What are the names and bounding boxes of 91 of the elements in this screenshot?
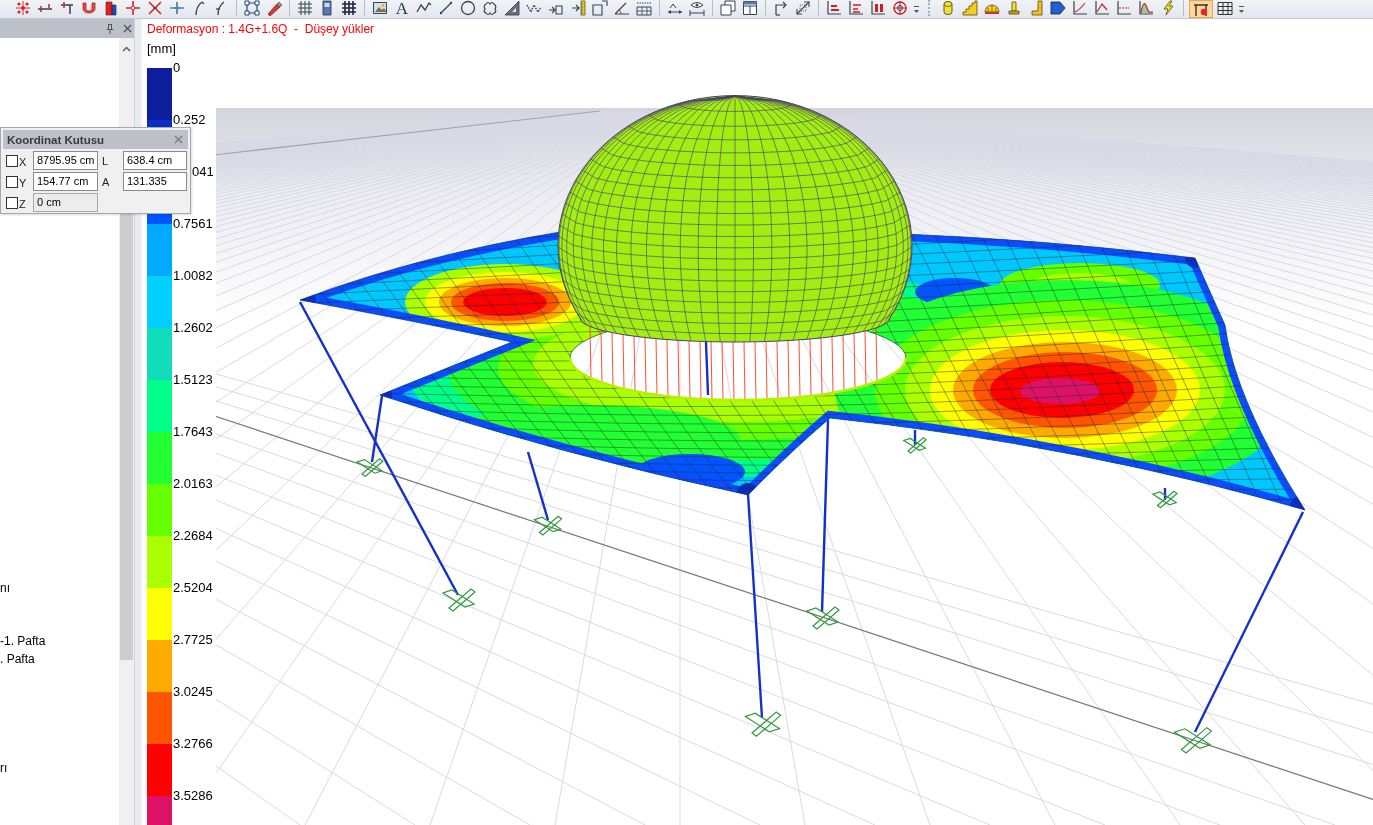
- legend-label: 3.2766: [172, 737, 213, 751]
- support-icon: [1151, 490, 1178, 509]
- window-icon[interactable]: [742, 0, 758, 16]
- legend-label: 3.0245: [172, 685, 213, 699]
- load-case-title: Deformasyon : 1.4G+1.6Q - Düşey yükler: [147, 22, 375, 36]
- column-line: [913, 430, 917, 445]
- tree-item[interactable]: -1. Pafta: [0, 632, 46, 650]
- tree-item[interactable]: . Pafta: [0, 650, 35, 668]
- diagonal-arrows-icon[interactable]: [795, 0, 811, 16]
- panel-title: Koordinat Kutusu: [7, 133, 105, 146]
- axis-frame-icon[interactable]: [848, 0, 864, 16]
- column-line: [704, 341, 710, 396]
- area-icon[interactable]: [592, 0, 608, 16]
- table-icon[interactable]: [1217, 0, 1233, 16]
- channel-icon[interactable]: [81, 0, 97, 16]
- ruler-icon[interactable]: [570, 0, 586, 16]
- legend-label: 0: [172, 61, 181, 75]
- support-icon: [533, 515, 563, 536]
- lightning-icon[interactable]: [1160, 0, 1176, 16]
- measure-field[interactable]: 638.4 cm: [123, 151, 187, 170]
- legend-label: 0.252: [172, 113, 206, 127]
- picture-icon[interactable]: [372, 0, 388, 16]
- support-icon: [805, 606, 840, 630]
- axis-frame-icon[interactable]: [826, 0, 842, 16]
- cylinder-icon[interactable]: [940, 0, 956, 16]
- graph-icon[interactable]: [1094, 0, 1110, 16]
- support-icon: [355, 458, 384, 478]
- legend-label: 1.0082: [172, 269, 213, 283]
- legend-label: 2.2684: [172, 529, 213, 543]
- caret-icon[interactable]: [122, 46, 131, 52]
- support-icon: [441, 588, 476, 612]
- column-line: [1163, 488, 1167, 500]
- area-table-icon[interactable]: [636, 0, 652, 16]
- column-base-icon[interactable]: [1006, 0, 1022, 16]
- legend-label: 3.5286: [172, 789, 213, 803]
- pen-icon[interactable]: [266, 0, 282, 16]
- angle-icon[interactable]: [614, 0, 630, 16]
- axis-frame-icon[interactable]: [870, 0, 886, 16]
- frame-icon: [1193, 1, 1209, 17]
- x-mark-icon[interactable]: [147, 0, 163, 16]
- unit-label: [mm]: [147, 42, 176, 56]
- coordinate-field[interactable]: 8795.95 cm: [33, 151, 98, 170]
- axis-label: Z: [18, 198, 27, 210]
- square-nodes-icon[interactable]: [244, 0, 260, 16]
- legend-label: 2.5204: [172, 581, 213, 595]
- stairs-icon[interactable]: [962, 0, 978, 16]
- beam-icon[interactable]: [59, 0, 75, 16]
- checkbox[interactable]: [6, 154, 18, 167]
- panel-icon[interactable]: [319, 0, 335, 16]
- legend-label: 1.7643: [172, 425, 213, 439]
- cross-icon[interactable]: [125, 0, 141, 16]
- copy-icon[interactable]: [720, 0, 736, 16]
- support-icon: [744, 711, 782, 738]
- tag-shape-icon[interactable]: [1050, 0, 1066, 16]
- measure-field[interactable]: 131.335: [123, 172, 187, 191]
- cross-icon[interactable]: [169, 0, 185, 16]
- pin-icon[interactable]: [106, 23, 114, 34]
- node-grid-icon[interactable]: [15, 0, 31, 16]
- curve-chart-icon[interactable]: [1138, 0, 1154, 16]
- eye-icon[interactable]: [689, 0, 705, 16]
- corner-arrow-icon[interactable]: [773, 0, 789, 16]
- legend-label: 1.2602: [172, 321, 213, 335]
- column-line: [526, 451, 550, 521]
- legend-label: 2.7725: [172, 633, 213, 647]
- text-tool-button[interactable]: A: [391, 0, 413, 17]
- legend-label: 2.0163: [172, 477, 213, 491]
- tree-item[interactable]: nı: [0, 579, 10, 597]
- support-icon: [1173, 726, 1213, 754]
- close-icon[interactable]: [123, 24, 132, 33]
- support-icon: [902, 436, 928, 454]
- cloud-icon[interactable]: [482, 0, 498, 16]
- dropdown-arrow-icon[interactable]: [913, 3, 920, 15]
- legend-label: 1.5123: [172, 373, 213, 387]
- grid-icon[interactable]: [341, 0, 357, 16]
- axis-label: Y: [18, 177, 28, 189]
- graph-icon[interactable]: [1072, 0, 1088, 16]
- measure-label: L: [101, 154, 110, 167]
- target-icon[interactable]: [892, 0, 908, 16]
- measure-label: A: [101, 175, 111, 188]
- tree-item[interactable]: rı: [0, 759, 8, 777]
- line-icon[interactable]: [438, 0, 454, 16]
- checkbox[interactable]: [6, 175, 18, 188]
- coordinate-field[interactable]: 154.77 cm: [33, 172, 98, 191]
- l-shape-icon[interactable]: [1028, 0, 1044, 16]
- dropdown-arrow-icon[interactable]: [1238, 3, 1245, 15]
- toggle-button[interactable]: [1189, 0, 1213, 18]
- axis-label: X: [18, 156, 28, 168]
- legend-label: 041: [191, 165, 214, 179]
- legend-label: 0.7561: [172, 217, 213, 231]
- graph-icon[interactable]: [1116, 0, 1132, 16]
- column-icon[interactable]: [103, 0, 119, 16]
